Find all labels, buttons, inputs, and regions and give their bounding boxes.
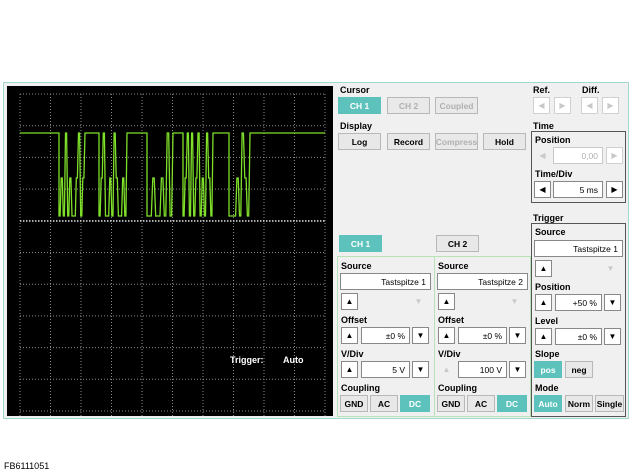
trigger-position-up-icon[interactable]: ▲ xyxy=(535,294,552,311)
trigger-position-label: Position xyxy=(535,282,571,292)
cursor-title: Cursor xyxy=(340,85,370,95)
trigger-slope-neg-button[interactable]: neg xyxy=(565,361,593,378)
ch1-waveform-trace xyxy=(20,132,325,217)
cursor-ch1-button[interactable]: CH 1 xyxy=(338,97,381,114)
oscilloscope-window: Trigger: Auto Cursor CH 1 CH 2 Coupled R… xyxy=(3,82,629,419)
ch1-ac-button[interactable]: AC xyxy=(370,395,398,412)
ch1-source-down-icon[interactable]: ▼ xyxy=(410,293,427,310)
trigger-mode-auto-button[interactable]: Auto xyxy=(534,395,562,412)
ch1-coupling-label: Coupling xyxy=(341,383,380,393)
ch1-gnd-button[interactable]: GND xyxy=(340,395,368,412)
trigger-mode-single-button[interactable]: Single xyxy=(595,395,624,412)
trigger-level-down-icon[interactable]: ▼ xyxy=(604,328,621,345)
ch2-dc-button[interactable]: DC xyxy=(497,395,527,412)
time-position-right-icon[interactable]: ▶ xyxy=(606,147,623,164)
ch2-vdiv-field[interactable]: 100 V xyxy=(458,361,507,378)
ch2-ac-button[interactable]: AC xyxy=(467,395,495,412)
ch2-vdiv-up-icon[interactable]: ▲ xyxy=(438,361,455,378)
ch1-offset-field[interactable]: ±0 % xyxy=(361,327,410,344)
ch1-source-up-icon[interactable]: ▲ xyxy=(341,293,358,310)
ch1-vdiv-field[interactable]: 5 V xyxy=(361,361,410,378)
display-compress-button[interactable]: Compress xyxy=(435,133,478,150)
ch2-vdiv-label: V/Div xyxy=(438,349,461,359)
ch2-offset-up-icon[interactable]: ▲ xyxy=(438,327,455,344)
ch2-source-down-icon[interactable]: ▼ xyxy=(506,293,523,310)
time-position-left-icon[interactable]: ◀ xyxy=(534,147,551,164)
time-div-field[interactable]: 5 ms xyxy=(553,181,603,198)
cursor-ch2-button[interactable]: CH 2 xyxy=(387,97,430,114)
time-div-left-icon[interactable]: ◀ xyxy=(534,181,551,198)
trigger-slope-pos-button[interactable]: pos xyxy=(534,361,562,378)
display-log-button[interactable]: Log xyxy=(338,133,381,150)
trigger-level-label: Level xyxy=(535,316,559,326)
ch2-offset-down-icon[interactable]: ▼ xyxy=(509,327,526,344)
trigger-position-down-icon[interactable]: ▼ xyxy=(604,294,621,311)
display-record-button[interactable]: Record xyxy=(387,133,430,150)
scope-display: Trigger: Auto xyxy=(7,86,333,416)
ch1-offset-down-icon[interactable]: ▼ xyxy=(412,327,429,344)
trigger-source-field[interactable]: Tastspitze 1 xyxy=(534,240,623,257)
trigger-mode-label: Mode xyxy=(535,383,559,393)
trigger-title: Trigger xyxy=(533,213,564,223)
ch1-offset-up-icon[interactable]: ▲ xyxy=(341,327,358,344)
ch1-offset-label: Offset xyxy=(341,315,368,325)
ch1-vdiv-up-icon[interactable]: ▲ xyxy=(341,361,358,378)
diff-right-icon[interactable]: ▶ xyxy=(602,97,619,114)
figure-code: FB6111051 xyxy=(4,461,50,471)
cursor-coupled-button[interactable]: Coupled xyxy=(435,97,478,114)
ch2-source-field[interactable]: Tastspitze 2 xyxy=(437,273,528,290)
ch2-coupling-label: Coupling xyxy=(438,383,477,393)
trigger-source-label: Source xyxy=(535,227,566,237)
ch2-gnd-button[interactable]: GND xyxy=(437,395,465,412)
trigger-status-label: Trigger: xyxy=(230,355,264,365)
trigger-source-up-icon[interactable]: ▲ xyxy=(535,260,552,277)
ch2-source-up-icon[interactable]: ▲ xyxy=(438,293,455,310)
time-position-label: Position xyxy=(535,135,571,145)
ch2-source-label: Source xyxy=(438,261,469,271)
scope-graticule xyxy=(19,93,326,416)
ref-title: Ref. xyxy=(533,85,551,95)
trigger-source-down-icon[interactable]: ▼ xyxy=(602,260,619,277)
time-position-field[interactable]: 0,00 xyxy=(553,147,603,164)
time-div-label: Time/Div xyxy=(535,169,573,179)
ch2-vdiv-down-icon[interactable]: ▼ xyxy=(509,361,526,378)
trigger-slope-label: Slope xyxy=(535,349,560,359)
ref-right-icon[interactable]: ▶ xyxy=(554,97,571,114)
trigger-level-up-icon[interactable]: ▲ xyxy=(535,328,552,345)
display-hold-button[interactable]: Hold xyxy=(483,133,526,150)
display-title: Display xyxy=(340,121,373,131)
ch2-offset-label: Offset xyxy=(438,315,465,325)
ch1-dc-button[interactable]: DC xyxy=(400,395,430,412)
diff-left-icon[interactable]: ◀ xyxy=(581,97,598,114)
ch1-source-field[interactable]: Tastspitze 1 xyxy=(340,273,431,290)
trigger-position-field[interactable]: +50 % xyxy=(555,294,602,311)
ch2-offset-field[interactable]: ±0 % xyxy=(458,327,507,344)
ch1-source-label: Source xyxy=(341,261,372,271)
trigger-mode-norm-button[interactable]: Norm xyxy=(565,395,593,412)
ch1-vdiv-label: V/Div xyxy=(341,349,364,359)
trigger-level-field[interactable]: ±0 % xyxy=(555,328,602,345)
diff-title: Diff. xyxy=(582,85,600,95)
tab-ch2[interactable]: CH 2 xyxy=(436,235,479,252)
ch1-vdiv-down-icon[interactable]: ▼ xyxy=(412,361,429,378)
tab-ch1[interactable]: CH 1 xyxy=(339,235,382,252)
trigger-status-value: Auto xyxy=(283,355,304,365)
ref-left-icon[interactable]: ◀ xyxy=(533,97,550,114)
time-div-right-icon[interactable]: ▶ xyxy=(606,181,623,198)
time-title: Time xyxy=(533,121,554,131)
